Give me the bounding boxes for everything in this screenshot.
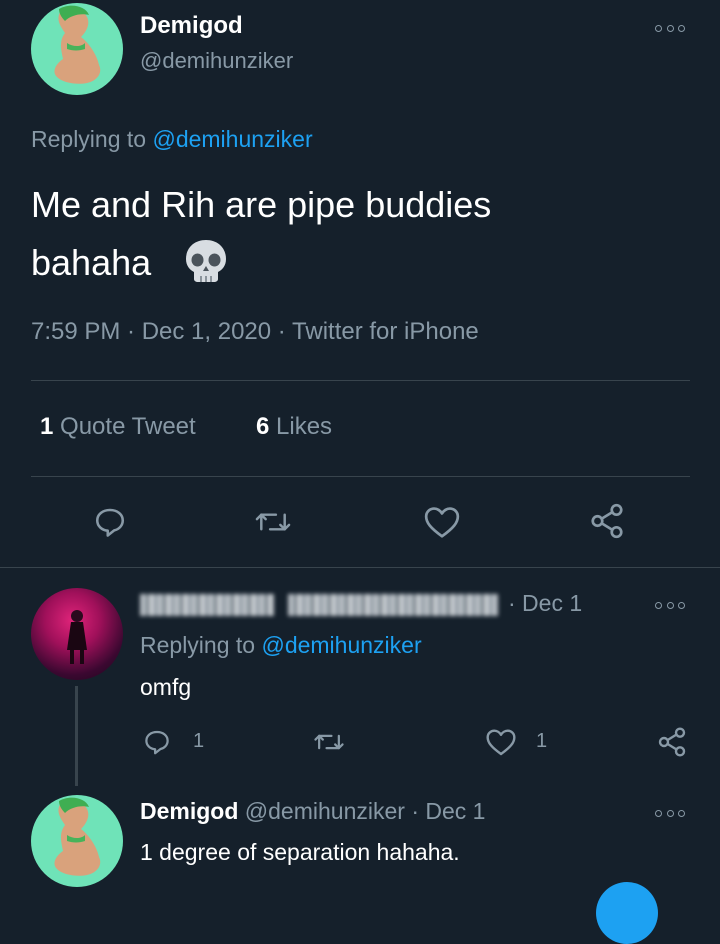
tweet-text-line2: bahaha xyxy=(31,242,152,283)
reply-icon[interactable] xyxy=(142,727,172,757)
thread-line xyxy=(75,686,78,786)
divider xyxy=(31,380,690,381)
more-icon[interactable] xyxy=(655,805,685,821)
performer-photo-icon xyxy=(67,610,87,664)
replying-handle-link[interactable]: @demihunziker xyxy=(152,126,312,152)
reply-icon[interactable] xyxy=(92,504,128,540)
replying-prefix: Replying to xyxy=(140,632,256,658)
author-name[interactable]: Demigod xyxy=(140,12,243,40)
author-handle[interactable]: @demihunziker xyxy=(140,48,293,74)
like-icon[interactable] xyxy=(485,727,517,757)
reply-text: 1 degree of separation hahaha. xyxy=(140,839,460,865)
divider xyxy=(31,476,690,477)
reply-avatar[interactable] xyxy=(31,588,123,680)
quote-count: 1 xyxy=(40,413,54,440)
reply-count: 1 xyxy=(193,730,205,752)
likes-stat[interactable]: 6 Likes xyxy=(256,413,332,441)
more-icon[interactable] xyxy=(655,597,685,613)
retweet-icon[interactable] xyxy=(254,504,292,540)
more-icon[interactable] xyxy=(655,20,685,36)
tweet-timestamp[interactable]: 7:59 PM · Dec 1, 2020 · Twitter for iPho… xyxy=(31,318,479,346)
retweet-icon[interactable] xyxy=(313,727,345,757)
author-avatar[interactable] xyxy=(31,3,123,95)
author-name[interactable]: Demigod xyxy=(140,798,238,824)
reply-date[interactable]: · Dec 1 xyxy=(411,798,485,824)
divider xyxy=(0,567,720,568)
share-icon[interactable] xyxy=(588,502,626,540)
avatar-figure-icon xyxy=(54,797,101,876)
like-icon[interactable] xyxy=(423,504,461,540)
like-count: 6 xyxy=(256,413,270,440)
reply-text: omfg xyxy=(140,674,192,700)
skull-icon xyxy=(182,237,230,285)
redacted-display-name[interactable] xyxy=(140,594,274,616)
tweet-text-line1: Me and Rih are pipe buddies xyxy=(31,184,492,225)
avatar-figure-icon xyxy=(54,5,101,84)
replying-to: Replying to @demihunziker xyxy=(31,126,313,153)
author-handle[interactable]: @demihunziker xyxy=(245,798,405,824)
author-avatar[interactable] xyxy=(31,795,123,887)
replying-to: Replying to @demihunziker xyxy=(140,632,422,659)
replying-prefix: Replying to xyxy=(31,126,147,152)
like-count: 1 xyxy=(536,730,548,752)
share-icon[interactable] xyxy=(656,726,688,758)
redacted-handle[interactable] xyxy=(288,594,498,616)
quote-label: Quote Tweet xyxy=(60,413,196,440)
replying-handle-link[interactable]: @demihunziker xyxy=(261,632,421,658)
like-label: Likes xyxy=(276,413,333,440)
reply-author-line: Demigod @demihunziker · Dec 1 xyxy=(140,798,485,825)
reply-date[interactable]: · Dec 1 xyxy=(508,590,582,617)
compose-fab[interactable] xyxy=(596,882,658,944)
quote-tweet-stat[interactable]: 1 Quote Tweet xyxy=(40,413,196,441)
